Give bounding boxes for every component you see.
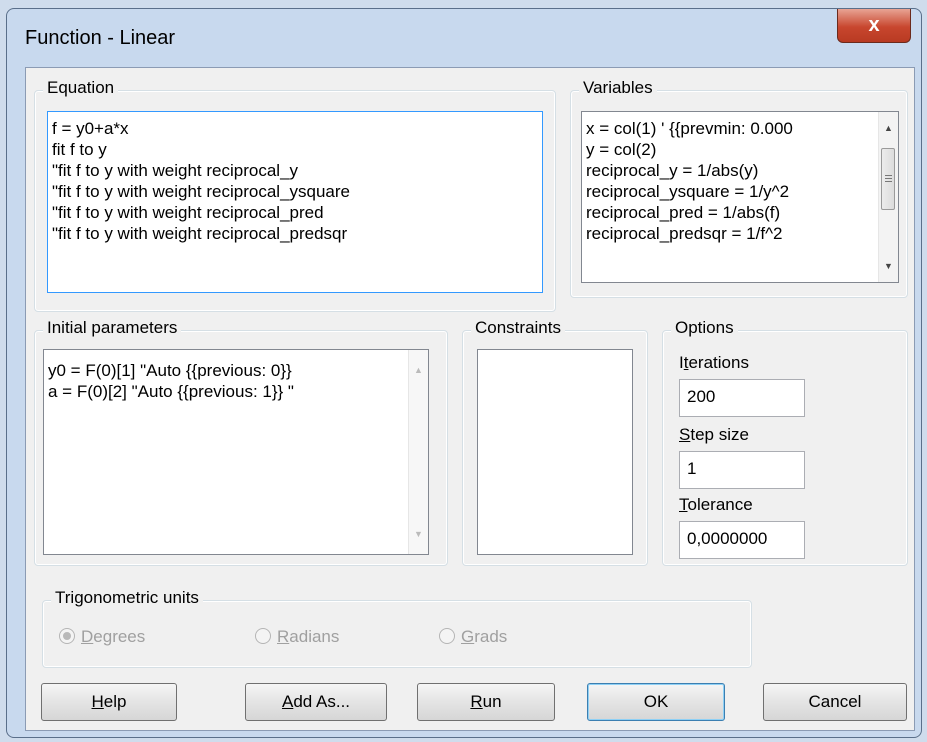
step-size-label: Step size — [679, 425, 749, 444]
equation-line: "fit f to y with weight reciprocal_pred — [52, 203, 324, 222]
constraints-editor[interactable] — [477, 349, 633, 555]
tolerance-input[interactable]: 0,0000000 — [679, 521, 805, 559]
degrees-radio[interactable]: Degrees — [59, 627, 145, 647]
scroll-down-arrow-icon[interactable]: ▼ — [409, 524, 428, 544]
variables-line: reciprocal_pred = 1/abs(f) — [586, 203, 781, 222]
parameter-line: a = F(0)[2] "Auto {{previous: 1}} " — [48, 382, 294, 401]
ok-button[interactable]: OK — [587, 683, 725, 721]
help-button[interactable]: Help — [41, 683, 177, 721]
equation-line: f = y0+a*x — [52, 119, 129, 138]
equation-group: Equation f = y0+a*x fit f to y "fit f to… — [34, 78, 556, 312]
window-title: Function - Linear — [25, 27, 176, 49]
variables-line: reciprocal_y = 1/abs(y) — [586, 161, 759, 180]
scroll-down-arrow-icon[interactable]: ▼ — [879, 256, 898, 276]
parameter-line: y0 = F(0)[1] "Auto {{previous: 0}} — [48, 361, 292, 380]
scroll-thumb[interactable] — [881, 148, 895, 210]
trig-units-group: Trigonometric units Degrees Radians Grad… — [42, 588, 752, 668]
variables-line: reciprocal_ysquare = 1/y^2 — [586, 182, 790, 201]
variables-scrollbar[interactable]: ▲ ▼ — [878, 112, 898, 282]
radio-unselected-icon — [255, 628, 271, 644]
iterations-input[interactable]: 200 — [679, 379, 805, 417]
grads-radio[interactable]: Grads — [439, 627, 507, 647]
variables-line: y = col(2) — [586, 140, 657, 159]
options-group: Options Iterations 200 Step size 1 Toler… — [662, 318, 908, 566]
initial-parameters-label: Initial parameters — [43, 318, 182, 338]
dialog-client-area: Equation f = y0+a*x fit f to y "fit f to… — [25, 67, 915, 731]
parameters-scrollbar[interactable]: ▲ ▼ — [408, 350, 428, 554]
close-icon: x — [868, 14, 880, 36]
variables-line: x = col(1) ' {{prevmin: 0.000 — [586, 119, 793, 138]
trig-units-label: Trigonometric units — [51, 588, 203, 608]
initial-parameters-group: Initial parameters y0 = F(0)[1] "Auto {{… — [34, 318, 448, 566]
title-bar[interactable]: Function - Linear x — [7, 9, 921, 65]
radio-unselected-icon — [439, 628, 455, 644]
constraints-group: Constraints — [462, 318, 648, 566]
equation-label: Equation — [43, 78, 119, 98]
variables-editor[interactable]: x = col(1) ' {{prevmin: 0.000 y = col(2)… — [581, 111, 899, 283]
run-button[interactable]: Run — [417, 683, 555, 721]
add-as-button[interactable]: Add As... — [245, 683, 387, 721]
equation-line: "fit f to y with weight reciprocal_ysqua… — [52, 182, 350, 201]
step-size-input[interactable]: 1 — [679, 451, 805, 489]
variables-line: reciprocal_predsqr = 1/f^2 — [586, 224, 783, 243]
dialog-window: Function - Linear x Equation f = y0+a*x … — [6, 8, 922, 738]
radians-radio[interactable]: Radians — [255, 627, 339, 647]
close-button[interactable]: x — [837, 9, 911, 43]
radio-selected-icon — [59, 628, 75, 644]
equation-line: fit f to y — [52, 140, 107, 159]
equation-editor[interactable]: f = y0+a*x fit f to y "fit f to y with w… — [47, 111, 543, 293]
iterations-label: Iterations — [679, 353, 749, 372]
scroll-up-arrow-icon[interactable]: ▲ — [409, 360, 428, 380]
cancel-button[interactable]: Cancel — [763, 683, 907, 721]
scroll-up-arrow-icon[interactable]: ▲ — [879, 118, 898, 138]
variables-label: Variables — [579, 78, 657, 98]
initial-parameters-editor[interactable]: y0 = F(0)[1] "Auto {{previous: 0}} a = F… — [43, 349, 429, 555]
constraints-label: Constraints — [471, 318, 565, 338]
tolerance-label: Tolerance — [679, 495, 753, 514]
equation-line: "fit f to y with weight reciprocal_preds… — [52, 224, 348, 243]
options-label: Options — [671, 318, 738, 338]
equation-line: "fit f to y with weight reciprocal_y — [52, 161, 299, 180]
variables-group: Variables x = col(1) ' {{prevmin: 0.000 … — [570, 78, 908, 298]
